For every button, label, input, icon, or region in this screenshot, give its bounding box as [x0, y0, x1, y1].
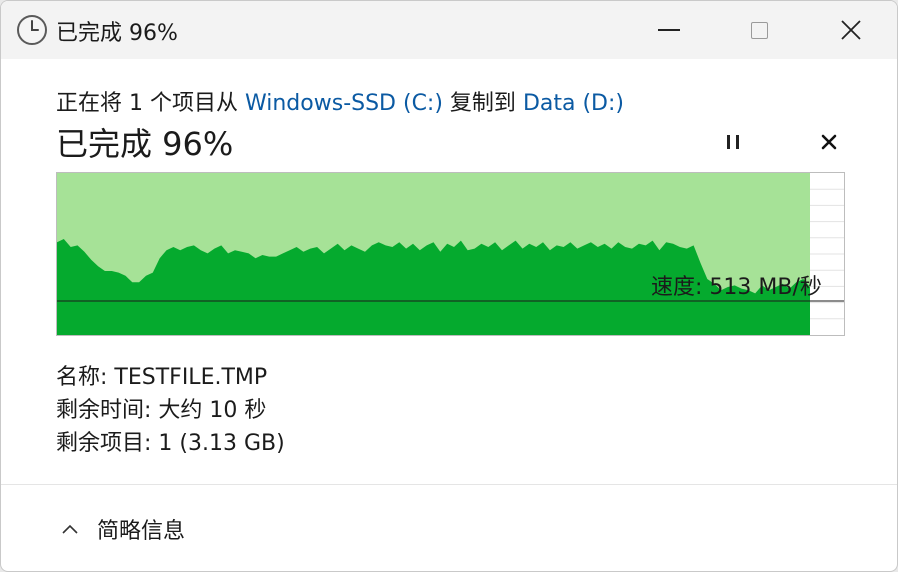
speed-label: 速度: 513 MB/秒: [651, 275, 822, 300]
window-title: 已完成 96%: [56, 21, 178, 46]
speed-graph: [56, 172, 845, 336]
cancel-button[interactable]: [811, 125, 847, 159]
clock-icon: [17, 15, 47, 45]
copy-progress-window: 已完成 96% 正在将 1 个项目从 Windows-SSD (C:) 复制到 …: [0, 0, 898, 572]
time-remaining-value: 大约 10 秒: [158, 398, 267, 423]
file-name-value: TESTFILE.TMP: [114, 365, 268, 390]
maximize-icon: [750, 21, 768, 39]
items-remaining-label: 剩余项目:: [56, 431, 152, 456]
chevron-up-icon: [62, 524, 78, 534]
pause-button[interactable]: [714, 125, 752, 159]
speed-graph-canvas: [57, 173, 844, 335]
close-icon: [841, 20, 861, 40]
title-bar[interactable]: 已完成 96%: [1, 1, 897, 59]
minimize-icon: [658, 29, 680, 31]
destination-link[interactable]: Data (D:): [523, 91, 624, 116]
time-remaining-label: 剩余时间:: [56, 398, 152, 423]
close-button[interactable]: [805, 1, 897, 59]
items-remaining-value: 1 (3.13 GB): [158, 431, 285, 456]
file-name-label: 名称:: [56, 365, 108, 390]
copy-prefix-text: 正在将 1 个项目从: [56, 91, 245, 116]
maximize-button[interactable]: [713, 1, 805, 59]
progress-title: 已完成 96%: [56, 125, 234, 163]
source-link[interactable]: Windows-SSD (C:): [245, 91, 443, 116]
file-name-row: 名称: TESTFILE.TMP: [56, 359, 267, 391]
time-remaining-row: 剩余时间: 大约 10 秒: [56, 392, 266, 424]
minimize-button[interactable]: [623, 1, 715, 59]
pause-icon: [724, 135, 742, 149]
fewer-details-label: 简略信息: [97, 519, 186, 544]
copy-mid-text: 复制到: [442, 91, 523, 116]
cancel-icon: [821, 134, 837, 150]
fewer-details-button[interactable]: 简略信息: [61, 509, 185, 549]
footer-divider: [1, 484, 897, 485]
copy-description: 正在将 1 个项目从 Windows-SSD (C:) 复制到 Data (D:…: [56, 85, 624, 117]
items-remaining-row: 剩余项目: 1 (3.13 GB): [56, 425, 285, 457]
